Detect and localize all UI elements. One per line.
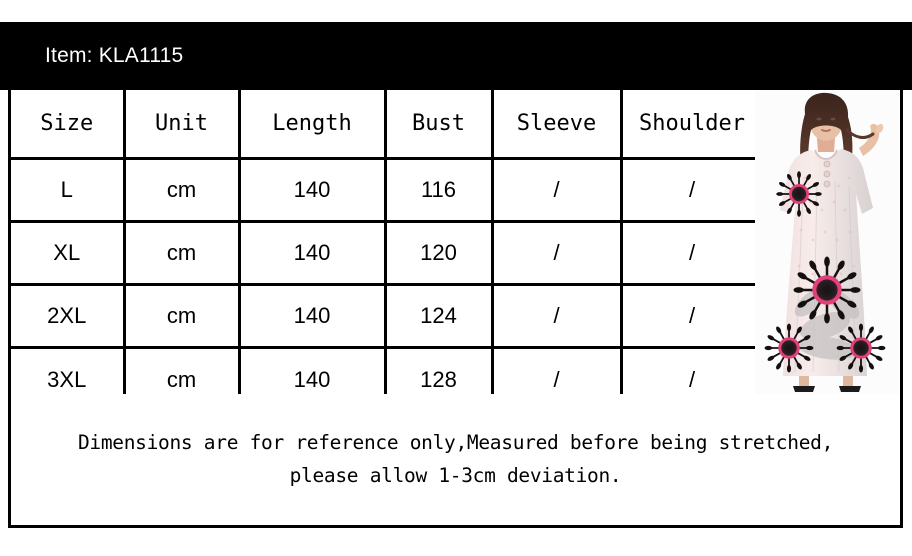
cell-size: 2XL: [11, 284, 126, 349]
cell-size: L: [11, 158, 126, 223]
size-measurement-table: Size Unit Length Bust Sleeve Shoulder L …: [11, 90, 765, 414]
cell-bust: 120: [385, 221, 494, 286]
cell-bust: 124: [385, 284, 494, 349]
product-photo-cell: [755, 90, 900, 397]
column-header-bust: Bust: [385, 90, 494, 160]
table-row: XL cm 140 120 / /: [11, 221, 765, 286]
table-row: 2XL cm 140 124 / /: [11, 284, 765, 349]
cell-bust: 116: [385, 158, 494, 223]
cell-unit: cm: [124, 221, 241, 286]
column-header-length: Length: [239, 90, 387, 160]
measurement-disclaimer: Dimensions are for reference only,Measur…: [11, 394, 900, 525]
disclaimer-line-1: Dimensions are for reference only,Measur…: [77, 431, 834, 455]
column-header-size: Size: [11, 90, 126, 160]
item-header-band: Item: KLA1115: [0, 22, 912, 90]
disclaimer-line-2: please allow 1-3cm deviation.: [289, 463, 622, 487]
table-row: L cm 140 116 / /: [11, 158, 765, 223]
table-header-row: Size Unit Length Bust Sleeve Shoulder: [11, 90, 765, 160]
cell-shoulder: /: [621, 221, 765, 286]
cell-sleeve: /: [492, 221, 623, 286]
cell-size: XL: [11, 221, 126, 286]
size-chart-page: Item: KLA1115 Size Unit Length Bust Slee…: [0, 0, 912, 556]
column-header-sleeve: Sleeve: [492, 90, 623, 160]
column-header-unit: Unit: [124, 90, 241, 160]
cell-length: 140: [239, 158, 387, 223]
model-dress-illustration: [755, 90, 900, 394]
cell-sleeve: /: [492, 284, 623, 349]
size-chart-frame: Size Unit Length Bust Sleeve Shoulder L …: [8, 90, 903, 528]
product-photo: [755, 90, 900, 394]
item-code-label: Item: KLA1115: [45, 44, 184, 67]
cell-length: 140: [239, 284, 387, 349]
cell-unit: cm: [124, 284, 241, 349]
cell-shoulder: /: [621, 284, 765, 349]
cell-unit: cm: [124, 158, 241, 223]
cell-length: 140: [239, 221, 387, 286]
cell-sleeve: /: [492, 158, 623, 223]
cell-shoulder: /: [621, 158, 765, 223]
column-header-shoulder: Shoulder: [621, 90, 765, 160]
